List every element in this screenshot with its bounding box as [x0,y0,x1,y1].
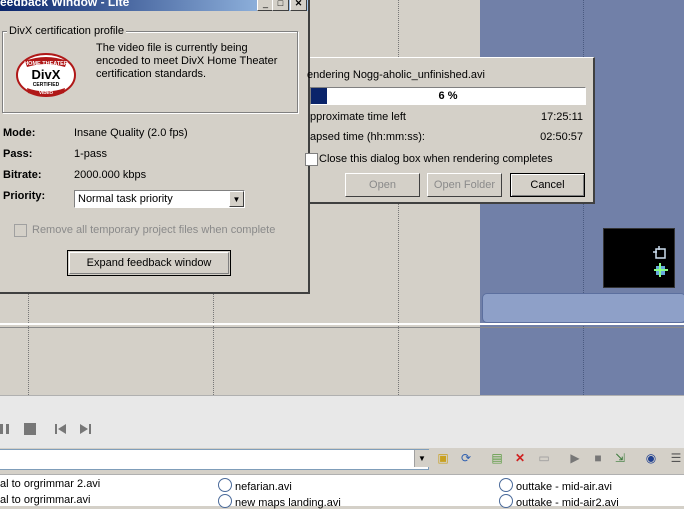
divx-certified-logo: HOME THEATER DivX CERTIFIED VIDEO [16,53,76,97]
path-combobox[interactable] [0,449,429,470]
elapsed-label: apsed time (hh:mm:ss): [310,131,425,143]
cancel-button[interactable]: Cancel [510,173,585,197]
feedback-window-title: eedback Window - Lite [0,0,130,9]
close-when-done-checkbox[interactable] [305,153,318,166]
svg-text:CERTIFIED: CERTIFIED [33,82,60,88]
divx-group-label: DivX certification profile [7,25,126,37]
views-icon[interactable]: ☰ [668,450,684,466]
stop-icon[interactable] [23,422,37,436]
pass-value: 1-pass [74,148,108,160]
video-file-icon [499,478,513,492]
video-file-icon [499,494,513,508]
go-to-end-icon[interactable] [78,422,92,436]
video-file-icon [218,478,232,492]
pause-icon[interactable] [0,422,12,436]
remove-temp-files-label: Remove all temporary project files when … [32,224,276,236]
mode-value: Insane Quality (2.0 fps) [74,127,188,139]
remove-temp-files-checkbox[interactable] [14,224,27,237]
list-item[interactable]: new maps landing.avi [218,494,341,509]
expand-feedback-label: Expand feedback window [69,252,229,274]
divx-description: The video file is currently being encode… [96,42,278,80]
open-folder-button[interactable]: Open Folder [427,173,502,197]
maximize-icon[interactable]: □ [272,0,289,11]
svg-text:VIDEO: VIDEO [39,90,54,95]
new-folder-icon[interactable]: ▤ [489,450,505,466]
render-progress-text: 6 % [438,90,458,102]
bitrate-value: 2000.000 kbps [74,169,147,181]
crop-pan-icon [653,246,668,277]
bitrate-label: Bitrate: [3,169,42,181]
pass-label: Pass: [3,148,33,160]
list-item[interactable]: al to orgrimmar.avi [0,494,90,506]
track-separator [0,327,684,328]
play-icon[interactable]: ▶ [567,450,583,466]
chevron-down-icon[interactable]: ▼ [414,450,429,467]
folder-up-icon[interactable]: ▣ [435,450,451,466]
priority-selected-value: Normal task priority [78,193,173,205]
open-button[interactable]: Open [345,173,420,197]
transport-bar [0,395,684,448]
expand-feedback-button[interactable]: Expand feedback window [67,250,231,276]
list-item[interactable]: al to orgrimmar 2.avi [0,478,100,490]
elapsed-value: 02:50:57 [540,131,583,143]
close-when-done-label: Close this dialog box when rendering com… [319,153,553,165]
go-to-start-icon[interactable] [54,422,68,436]
stop-preview-icon[interactable]: ■ [590,450,606,466]
priority-label: Priority: [3,190,46,202]
auto-preview-icon[interactable]: ⇲ [612,450,628,466]
mode-label: Mode: [3,127,36,139]
time-left-label: pproximate time left [310,111,406,123]
video-clip-thumbnail[interactable] [603,228,675,288]
folder-icon[interactable]: ▭ [536,450,552,466]
svg-text:DivX: DivX [32,67,61,82]
time-left-value: 17:25:11 [540,111,583,123]
close-icon[interactable]: ✕ [290,0,307,11]
list-item[interactable]: outtake - mid-air2.avi [499,494,619,509]
audio-clip[interactable] [482,293,684,323]
render-title: endering Nogg-aholic_unfinished.avi [307,69,485,81]
refresh-icon[interactable]: ⟳ [458,450,474,466]
delete-icon[interactable]: ✕ [512,450,528,466]
list-item[interactable]: outtake - mid-air.avi [499,478,612,493]
list-item[interactable]: nefarian.avi [218,478,292,493]
chevron-down-icon[interactable]: ▼ [229,191,244,207]
track-separator [0,323,684,325]
search-icon[interactable]: ◉ [643,450,659,466]
video-file-icon [218,494,232,508]
